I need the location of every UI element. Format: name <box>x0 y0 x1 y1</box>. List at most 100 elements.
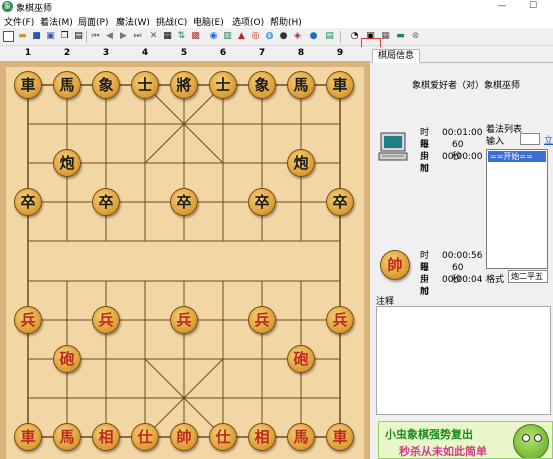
file-label: 6 <box>219 48 227 58</box>
black-advisor-piece[interactable]: 士 <box>131 71 159 99</box>
black-cannon-piece[interactable]: 炮 <box>53 149 81 177</box>
black-soldier-piece[interactable]: 卒 <box>170 188 198 216</box>
toolbar: ▬ ■ ▣ ❐ ▤ ⏮ ◀ ▶ ⏭ ✕ ▦ ⇅ ▩ ◉ ▥ ▲ ◎ ◍ ● ◈ … <box>0 28 553 83</box>
move-input-field[interactable] <box>520 133 540 145</box>
move-list-item-start[interactable]: ==开始== <box>488 151 546 162</box>
menu-challenge[interactable]: 挑战(C) <box>156 15 187 28</box>
red-chariot-piece[interactable]: 車 <box>14 423 42 451</box>
time-limit-value: 00:00:56 <box>442 251 483 261</box>
menu-help[interactable]: 帮助(H) <box>270 15 302 28</box>
move-input-link[interactable]: 立 <box>544 133 553 146</box>
disc-icon[interactable]: ● <box>278 31 289 42</box>
black-elephant-piece[interactable]: 象 <box>92 71 120 99</box>
black-advisor-piece[interactable]: 士 <box>209 71 237 99</box>
black-soldier-piece[interactable]: 卒 <box>326 188 354 216</box>
red-general-piece[interactable]: 帥 <box>170 423 198 451</box>
format-select[interactable]: 炮二平五 <box>508 270 548 283</box>
panel-tab-strip: 棋局信息 <box>370 47 553 63</box>
flip-board-icon[interactable]: ⇅ <box>176 31 187 42</box>
menu-options[interactable]: 选项(O) <box>232 15 264 28</box>
file-label: 4 <box>141 48 149 58</box>
help-icon[interactable]: ◈ <box>292 31 303 42</box>
file-label: 3 <box>102 48 110 58</box>
red-horse-piece[interactable]: 馬 <box>287 423 315 451</box>
play-icon[interactable]: ▲ <box>236 31 247 42</box>
palette-icon[interactable]: ◉ <box>208 31 219 42</box>
menu-moves[interactable]: 着法(M) <box>40 15 73 28</box>
match-title: 象棋爱好者（对）象棋巫师 <box>412 81 521 91</box>
last-move-icon[interactable]: ⏭ <box>132 31 143 42</box>
file-label: 7 <box>258 48 266 58</box>
paste-icon[interactable]: ▤ <box>73 31 84 42</box>
red-soldier-piece[interactable]: 兵 <box>326 306 354 334</box>
game-info-panel: 象棋爱好者（对）象棋巫师 时限 00:01:00 每步加 60 秒 用时 00:… <box>370 63 553 459</box>
used-time-value: 00:00:00 <box>442 152 483 162</box>
red-chariot-piece[interactable]: 車 <box>326 423 354 451</box>
eye-icon[interactable]: ◍ <box>264 31 275 42</box>
prev-move-icon[interactable]: ◀ <box>104 31 115 42</box>
save-as-icon[interactable]: ▣ <box>45 31 56 42</box>
red-cannon-piece[interactable]: 砲 <box>287 345 315 373</box>
computer-icon <box>378 132 408 161</box>
ad-headline: 小虫象棋强势复出 <box>385 428 473 441</box>
file-label: 1 <box>24 48 32 58</box>
target-icon[interactable]: ◎ <box>250 31 261 42</box>
edit-board-icon[interactable]: ▦ <box>162 31 173 42</box>
red-advisor-piece[interactable]: 仕 <box>131 423 159 451</box>
black-general-piece[interactable]: 將 <box>170 71 198 99</box>
new-file-icon[interactable] <box>3 31 14 42</box>
database-icon[interactable]: ▦ <box>380 31 391 42</box>
red-soldier-piece[interactable]: 兵 <box>170 306 198 334</box>
delete-move-icon[interactable]: ✕ <box>148 31 159 42</box>
save-icon[interactable]: ■ <box>31 31 42 42</box>
file-label: 9 <box>336 48 344 58</box>
minimize-button[interactable]: — <box>488 0 516 13</box>
move-list-group: 着法列表 输入 立 ==开始== 格式 炮二平五 <box>480 122 553 287</box>
record-icon[interactable]: ● <box>308 31 319 42</box>
ad-subline: 秒杀从未如此简单 <box>399 445 487 458</box>
advertisement-banner[interactable]: 小虫象棋强势复出 秒杀从未如此简单 <box>378 421 553 459</box>
black-soldier-piece[interactable]: 卒 <box>92 188 120 216</box>
red-soldier-piece[interactable]: 兵 <box>14 306 42 334</box>
black-soldier-piece[interactable]: 卒 <box>248 188 276 216</box>
black-elephant-piece[interactable]: 象 <box>248 71 276 99</box>
chess-board[interactable]: 車 馬 象 士 將 士 象 馬 車 炮 炮 卒 卒 卒 卒 卒 兵 兵 兵 兵 … <box>0 61 370 459</box>
red-horse-piece[interactable]: 馬 <box>53 423 81 451</box>
used-time-label: 用时 <box>420 152 430 174</box>
black-cannon-piece[interactable]: 炮 <box>287 149 315 177</box>
maximize-button[interactable]: ☐ <box>519 0 547 13</box>
tab-game-info[interactable]: 棋局信息 <box>372 49 421 63</box>
black-chariot-piece[interactable]: 車 <box>326 71 354 99</box>
red-elephant-piece[interactable]: 相 <box>248 423 276 451</box>
first-move-icon[interactable]: ⏮ <box>90 31 101 42</box>
notes-textarea[interactable] <box>376 306 551 415</box>
menu-file[interactable]: 文件(F) <box>4 15 34 28</box>
red-advisor-piece[interactable]: 仕 <box>209 423 237 451</box>
red-soldier-piece[interactable]: 兵 <box>248 306 276 334</box>
gallery-icon[interactable]: ▩ <box>190 31 201 42</box>
format-label: 格式 <box>486 275 505 285</box>
file-label: 5 <box>180 48 188 58</box>
book2-icon[interactable]: ▤ <box>324 31 335 42</box>
copy-icon[interactable]: ❐ <box>59 31 70 42</box>
black-horse-piece[interactable]: 馬 <box>53 71 81 99</box>
timer-icon[interactable]: ◔ <box>349 31 360 42</box>
black-chariot-piece[interactable]: 車 <box>14 71 42 99</box>
black-horse-piece[interactable]: 馬 <box>287 71 315 99</box>
next-move-icon[interactable]: ▶ <box>118 31 129 42</box>
monitor-icon[interactable]: ▬ <box>395 31 406 42</box>
menu-magic[interactable]: 魔法(W) <box>116 15 150 28</box>
black-soldier-piece[interactable]: 卒 <box>14 188 42 216</box>
red-cannon-piece[interactable]: 砲 <box>53 345 81 373</box>
book-icon[interactable]: ▥ <box>222 31 233 42</box>
stop-icon[interactable]: ⊗ <box>410 31 421 42</box>
board-grid <box>27 84 341 438</box>
menu-computer[interactable]: 电脑(E) <box>193 15 224 28</box>
menu-bar: 文件(F) 着法(M) 局面(P) 魔法(W) 挑战(C) 电脑(E) 选项(O… <box>0 13 553 28</box>
file-labels-top: 1 2 3 4 5 6 7 8 9 <box>0 47 370 61</box>
move-list[interactable]: ==开始== <box>486 149 548 269</box>
menu-position[interactable]: 局面(P) <box>78 15 108 28</box>
red-soldier-piece[interactable]: 兵 <box>92 306 120 334</box>
open-folder-icon[interactable]: ▬ <box>17 31 28 42</box>
red-elephant-piece[interactable]: 相 <box>92 423 120 451</box>
